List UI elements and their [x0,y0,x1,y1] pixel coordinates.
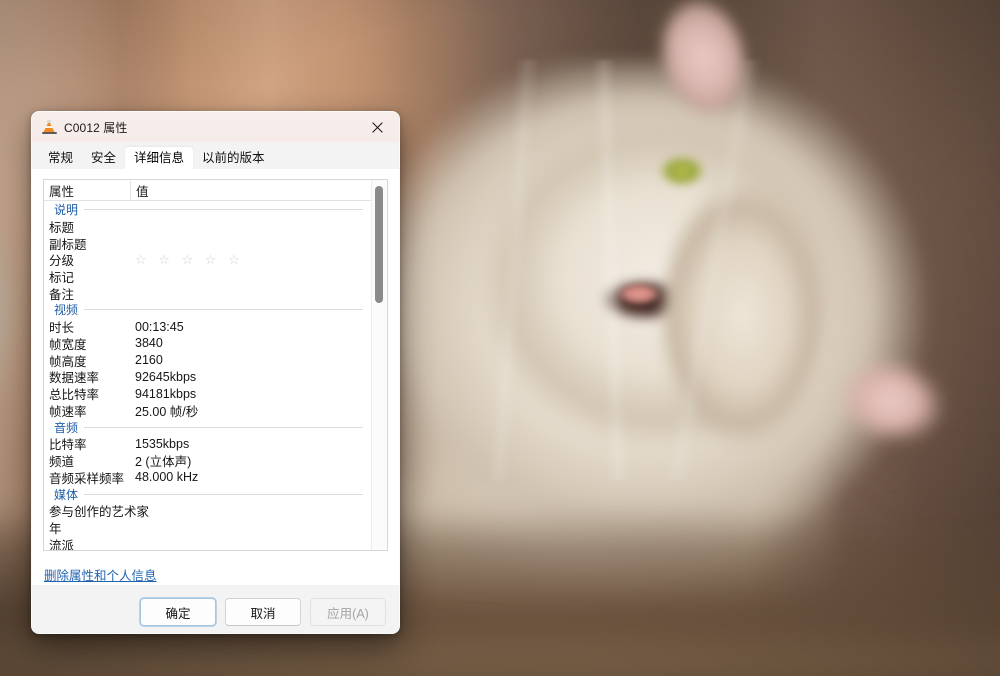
table-row[interactable]: 帧速率 25.00 帧/秒 [44,402,371,419]
table-row[interactable]: 帧宽度 3840 [44,335,371,352]
table-row[interactable]: 音频采样频率 48.000 kHz [44,469,371,486]
tab-previous-versions[interactable]: 以前的版本 [193,147,274,170]
table-row[interactable]: 年 [44,519,371,536]
row-key: 帧速率 [49,404,87,419]
tab-general[interactable]: 常规 [39,147,82,170]
row-key: 流派 [49,538,75,550]
apply-button[interactable]: 应用(A) [310,598,386,626]
table-row[interactable]: 总比特率 94181kbps [44,385,371,403]
row-value: 00:13:45 [135,319,184,334]
dialog-titlebar[interactable]: C0012 属性 [32,112,399,142]
row-value: 2160 [135,353,163,368]
table-row[interactable]: 标题 [44,218,371,235]
group-label: 说明 [54,203,79,217]
table-row[interactable]: 时长 00:13:45 [44,318,371,336]
table-row[interactable]: 比特率 1535kbps [44,436,371,453]
rating-stars[interactable]: ☆ ☆ ☆ ☆ ☆ [130,252,371,268]
privacy-link-row: 删除属性和个人信息 [43,551,388,585]
tab-details[interactable]: 详细信息 [125,147,194,170]
row-value: 25.00 帧/秒 [135,404,199,419]
ok-button[interactable]: 确定 [140,598,216,626]
vlc-cone-icon [41,119,57,135]
remove-properties-link[interactable]: 删除属性和个人信息 [44,569,157,583]
window-title: C0012 属性 [64,120,128,135]
table-row[interactable]: 标记 [44,268,371,285]
desktop-screen: C0012 属性 常规 安全 详细信息 以前的版本 属性 值 说明 标题 副标题… [0,0,1000,676]
group-header-audio: 音频 [44,419,371,436]
group-label: 音频 [54,420,79,435]
group-divider [84,493,363,495]
group-header-video: 视频 [44,301,371,318]
table-row[interactable]: 参与创作的艺术家 [44,503,371,519]
details-listbox[interactable]: 属性 值 说明 标题 副标题 分级 ☆ ☆ ☆ ☆ ☆ 标记 备注 视频 时长 … [43,179,388,551]
row-value: 48.000 kHz [135,470,199,485]
details-list-content: 属性 值 说明 标题 副标题 分级 ☆ ☆ ☆ ☆ ☆ 标记 备注 视频 时长 … [44,180,371,550]
row-key: 备注 [49,287,75,302]
group-label: 媒体 [54,487,79,502]
group-divider [84,309,363,311]
table-row[interactable]: 流派 [44,536,371,550]
row-value: 94181kbps [135,386,197,401]
close-icon[interactable] [355,112,399,142]
vertical-scrollbar[interactable] [371,180,387,550]
group-divider [84,209,363,210]
tab-strip: 常规 安全 详细信息 以前的版本 [32,142,399,170]
details-header-row: 属性 值 [44,180,371,201]
details-panel: 属性 值 说明 标题 副标题 分级 ☆ ☆ ☆ ☆ ☆ 标记 备注 视频 时长 … [32,169,399,585]
group-divider [84,426,363,428]
cancel-button[interactable]: 取消 [225,598,301,626]
table-row[interactable]: 频道 2 (立体声) [44,452,371,469]
row-value: 2 (立体声) [135,455,192,470]
column-header-value: 值 [130,180,371,200]
table-row[interactable]: 备注 [44,285,371,302]
group-header-description: 说明 [44,201,371,218]
table-row[interactable]: 数据速率 92645kbps [44,369,371,386]
table-row[interactable]: 分级 ☆ ☆ ☆ ☆ ☆ [44,251,371,269]
row-value: 1535kbps [135,436,190,451]
table-row[interactable]: 帧高度 2160 [44,352,371,369]
tab-security[interactable]: 安全 [82,147,125,170]
table-row[interactable]: 副标题 [44,235,371,252]
group-label: 视频 [54,303,79,318]
dialog-footer: 确定 取消 应用(A) [32,585,399,633]
properties-dialog: C0012 属性 常规 安全 详细信息 以前的版本 属性 值 说明 标题 副标题… [31,111,400,634]
scrollbar-thumb[interactable] [375,186,383,303]
row-value: 3840 [135,336,163,351]
row-value: 92645kbps [135,369,197,384]
row-key: 音频采样频率 [49,471,125,486]
column-header-property: 属性 [49,184,75,199]
group-header-media: 媒体 [44,486,371,503]
